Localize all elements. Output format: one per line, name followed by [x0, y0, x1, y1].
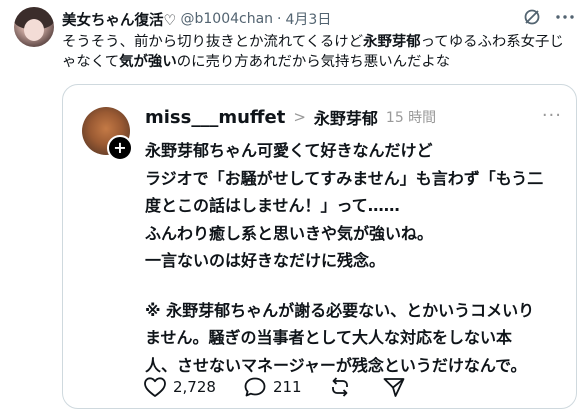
quoted-line: 一言ないのは好きなだけに残念。 — [145, 251, 386, 270]
reply-icon — [243, 376, 267, 398]
chevron-right-icon: > — [293, 108, 306, 126]
quoted-topic[interactable]: 永野芽郁 — [314, 105, 378, 129]
follow-plus-icon[interactable]: + — [107, 135, 133, 161]
quoted-line: 永野芽郁ちゃん可愛くて好きなんだけど — [145, 141, 433, 160]
repost-icon — [328, 376, 352, 398]
separator-dot: · — [277, 11, 282, 27]
quoted-post-card[interactable]: + miss___muffet > 永野芽郁 15 時間 ··· 永野芽郁ちゃん… — [62, 84, 577, 409]
tweet-header: 美女ちゃん復活♡ @b1004chan · 4月3日 — [62, 8, 331, 30]
quoted-username[interactable]: miss___muffet — [145, 107, 285, 128]
share-button[interactable] — [382, 376, 406, 398]
tweet-text-part: のに売り方あれだから気持ち悪いんだよな — [176, 54, 451, 70]
quoted-header: miss___muffet > 永野芽郁 15 時間 — [145, 105, 436, 129]
reply-button[interactable]: 211 — [243, 376, 302, 398]
more-icon[interactable] — [555, 14, 575, 20]
repost-button[interactable] — [328, 376, 352, 398]
tweet-text-bold: 気が強い — [119, 54, 177, 70]
quoted-actions: 2,728 211 — [143, 374, 406, 400]
tweet-date[interactable]: 4月3日 — [286, 9, 332, 29]
avatar-face — [24, 19, 44, 41]
tweet-text-bold: 永野芽郁 — [363, 34, 421, 50]
heart-icon — [143, 376, 167, 398]
user-handle[interactable]: @b1004chan — [181, 11, 274, 27]
like-count: 2,728 — [173, 378, 216, 396]
tweet-text-part: そうそう、前から切り抜きとか流れてくるけど — [62, 34, 364, 50]
display-name[interactable]: 美女ちゃん復活♡ — [62, 9, 177, 30]
quoted-line: ふんわり癒し系と思いきや気が強いね。 — [145, 223, 434, 243]
tweet-top-actions — [523, 8, 575, 26]
quoted-time: 15 時間 — [385, 110, 437, 126]
share-icon — [382, 376, 406, 398]
quoted-line: ラジオで「お騒がせしてすみません」も言わず「もう二 — [145, 168, 544, 188]
like-button[interactable]: 2,728 — [143, 376, 216, 398]
tweet-avatar[interactable] — [14, 7, 54, 47]
quoted-line: ません。騒ぎの当事者として大人な対応をしない本 — [145, 328, 513, 347]
tweet-text: そうそう、前から切り抜きとか流れてくるけど永野芽郁ってゆるふわ系女子じゃなくて気… — [62, 32, 577, 72]
quoted-more-icon[interactable]: ··· — [542, 105, 562, 126]
quoted-text: 永野芽郁ちゃん可愛くて好きなんだけど ラジオで「お騒がせしてすみません」も言わず… — [145, 137, 565, 379]
quoted-line: 度とこの話はしません！」って…… — [145, 196, 400, 215]
grok-icon[interactable] — [523, 8, 541, 26]
reply-count: 211 — [272, 378, 302, 396]
quoted-line: ※ 永野芽郁ちゃんが謝る必要ない、とかいうコメいり — [145, 300, 535, 320]
